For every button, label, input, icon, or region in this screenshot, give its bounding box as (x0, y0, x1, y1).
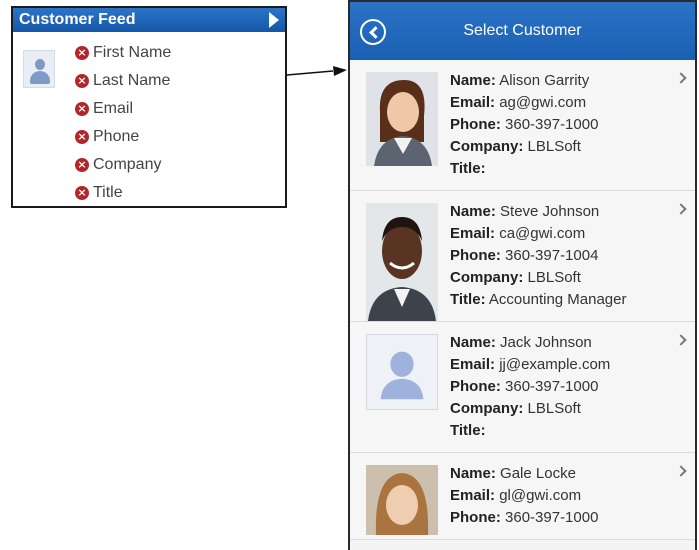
chevron-right-icon (675, 465, 687, 477)
feed-field-label: Company (93, 156, 162, 173)
customer-email: gl@gwi.com (499, 487, 582, 504)
customer-title-line: Title: Accounting Manager (450, 289, 675, 311)
feed-field: × First Name (75, 39, 171, 67)
title-label: Title: (450, 422, 486, 439)
feed-field: × Phone (75, 123, 171, 151)
customer-company: LBLSoft (527, 138, 581, 155)
customer-company-line: Company: LBLSoft (450, 136, 675, 158)
name-label: Name: (450, 203, 496, 220)
customer-email-line: Email: gl@gwi.com (450, 485, 675, 507)
phone-label: Phone: (450, 247, 501, 264)
screen-title: Select Customer (463, 22, 582, 39)
chevron-right-icon (675, 72, 687, 84)
chevron-left-icon (368, 25, 382, 39)
feed-field-label: Last Name (93, 72, 171, 89)
phone-label: Phone: (450, 509, 501, 526)
customer-phone: 360-397-1004 (505, 247, 599, 264)
expand-arrow-icon[interactable] (269, 12, 279, 28)
customer-photo (366, 465, 438, 540)
customer-list-item[interactable]: Name: Gale Locke Email: gl@gwi.com Phone… (350, 453, 695, 540)
feed-field-label: First Name (93, 44, 172, 61)
name-label: Name: (450, 334, 496, 351)
customer-title-line: Title: (450, 158, 675, 180)
feed-field-label: Phone (93, 128, 140, 145)
customer-email: ag@gwi.com (499, 94, 587, 111)
email-label: Email: (450, 487, 496, 504)
feed-field: × Company (75, 151, 171, 179)
phone-label: Phone: (450, 116, 501, 133)
customer-name: Jack Johnson (500, 334, 592, 351)
screen-header: Select Customer (350, 2, 695, 60)
name-label: Name: (450, 72, 496, 89)
default-avatar-icon (23, 50, 55, 88)
customer-phone: 360-397-1000 (505, 116, 599, 133)
back-button[interactable] (360, 19, 386, 45)
customer-photo (366, 203, 438, 326)
customer-photo (366, 72, 438, 171)
email-label: Email: (450, 94, 496, 111)
customer-list-item[interactable]: Name: Jack Johnson Email: jj@example.com… (350, 322, 695, 453)
customer-email: jj@example.com (499, 356, 611, 373)
customer-email-line: Email: jj@example.com (450, 354, 675, 376)
customer-name: Alison Garrity (499, 72, 590, 89)
customer-phone: 360-397-1000 (505, 509, 599, 526)
customer-list-item[interactable]: Name: Alison Garrity Email: ag@gwi.com P… (350, 60, 695, 191)
remove-icon[interactable]: × (75, 46, 89, 60)
feed-field-label: Title (93, 184, 123, 201)
customer-name: Steve Johnson (500, 203, 600, 220)
remove-icon[interactable]: × (75, 186, 89, 200)
connector-arrow-icon (286, 66, 347, 76)
customer-list-item[interactable]: Name: Steve Johnson Email: ca@gwi.com Ph… (350, 191, 695, 322)
customer-name-line: Name: Alison Garrity (450, 70, 675, 92)
customer-company-line: Company: LBLSoft (450, 267, 675, 289)
chevron-right-icon (675, 203, 687, 215)
remove-icon[interactable]: × (75, 102, 89, 116)
company-label: Company: (450, 400, 524, 417)
customer-list: Name: Alison Garrity Email: ag@gwi.com P… (350, 60, 695, 540)
customer-title: Accounting Manager (488, 291, 627, 308)
remove-icon[interactable]: × (75, 74, 89, 88)
customer-name-line: Name: Jack Johnson (450, 332, 675, 354)
title-label: Title: (450, 160, 486, 177)
customer-name-line: Name: Gale Locke (450, 463, 675, 485)
feed-field-label: Email (93, 100, 134, 117)
feed-field: × Email (75, 95, 171, 123)
customer-photo (366, 334, 438, 415)
feed-field: × Title (75, 179, 171, 206)
name-label: Name: (450, 465, 496, 482)
customer-feed-header[interactable]: Customer Feed (13, 8, 285, 32)
customer-feed-panel: Customer Feed × First Name × Last Name × Em… (11, 6, 287, 208)
customer-company-line: Company: LBLSoft (450, 398, 675, 420)
customer-phone-line: Phone: 360-397-1000 (450, 376, 675, 398)
email-label: Email: (450, 356, 496, 373)
customer-company: LBLSoft (527, 269, 581, 286)
customer-email-line: Email: ca@gwi.com (450, 223, 675, 245)
customer-name: Gale Locke (500, 465, 576, 482)
customer-email-line: Email: ag@gwi.com (450, 92, 675, 114)
customer-phone-line: Phone: 360-397-1004 (450, 245, 675, 267)
customer-company: LBLSoft (527, 400, 581, 417)
customer-phone-line: Phone: 360-397-1000 (450, 507, 675, 529)
feed-field: × Last Name (75, 67, 171, 95)
chevron-right-icon (675, 334, 687, 346)
customer-email: ca@gwi.com (499, 225, 586, 242)
remove-icon[interactable]: × (75, 130, 89, 144)
remove-icon[interactable]: × (75, 158, 89, 172)
company-label: Company: (450, 269, 524, 286)
customer-phone: 360-397-1000 (505, 378, 599, 395)
company-label: Company: (450, 138, 524, 155)
select-customer-screen: Select Customer Name: Alison Garrity Ema… (348, 0, 697, 550)
phone-label: Phone: (450, 378, 501, 395)
customer-feed-title: Customer Feed (19, 11, 136, 28)
title-label: Title: (450, 291, 486, 308)
feed-field-list: × First Name × Last Name × Email × Phone × Co… (75, 39, 171, 206)
customer-name-line: Name: Steve Johnson (450, 201, 675, 223)
customer-title-line: Title: (450, 420, 675, 442)
customer-phone-line: Phone: 360-397-1000 (450, 114, 675, 136)
email-label: Email: (450, 225, 496, 242)
